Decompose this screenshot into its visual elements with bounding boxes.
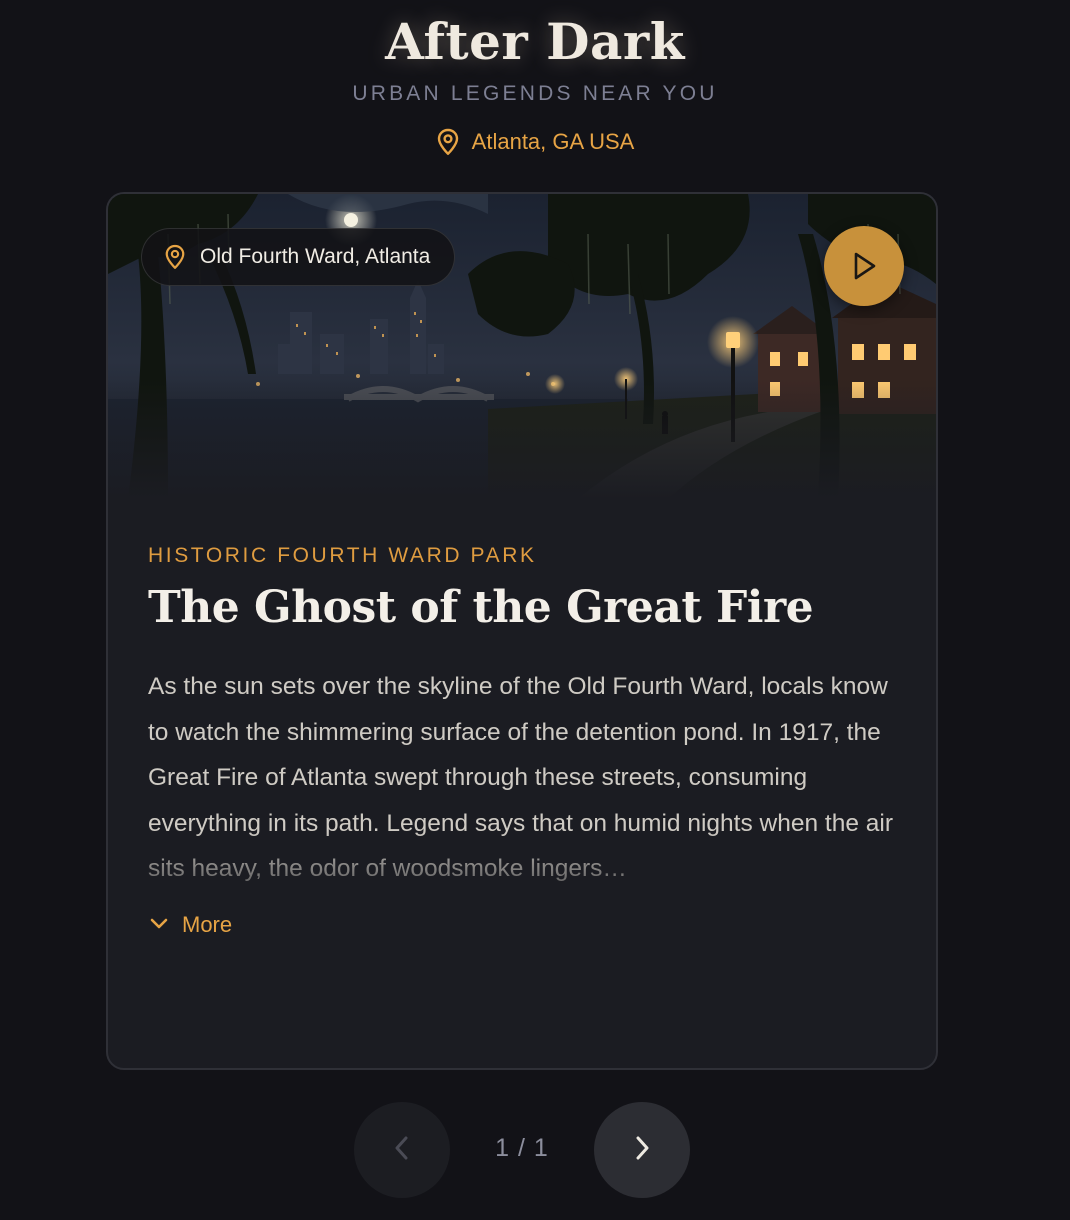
more-label: More — [182, 912, 233, 937]
legend-place: HISTORIC FOURTH WARD PARK — [148, 544, 537, 567]
map-pin-icon — [436, 128, 460, 156]
hero-fade — [108, 379, 936, 499]
chevron-left-icon — [392, 1133, 412, 1168]
current-location[interactable]: Atlanta, GA USA — [0, 128, 1070, 156]
legend-hero-image: Old Fourth Ward, Atlanta — [108, 194, 936, 499]
pager: 1 / 1 — [0, 1102, 1070, 1198]
chevron-right-icon — [632, 1133, 652, 1168]
more-button[interactable]: More — [148, 912, 232, 938]
app-subtitle: URBAN LEGENDS NEAR YOU — [352, 82, 718, 105]
hero-location-badge: Old Fourth Ward, Atlanta — [141, 228, 456, 286]
legend-card: Old Fourth Ward, Atlanta HISTORIC FOURTH… — [106, 192, 938, 1070]
hero-location-label: Old Fourth Ward, Atlanta — [200, 245, 431, 268]
map-pin-icon — [164, 244, 186, 270]
play-icon — [850, 251, 878, 281]
previous-button[interactable] — [354, 1102, 450, 1198]
page-counter: 1 / 1 — [495, 1134, 549, 1162]
legend-title: The Ghost of the Great Fire — [148, 582, 814, 633]
chevron-down-icon — [148, 912, 170, 938]
app-title: After Dark — [385, 12, 685, 71]
next-button[interactable] — [594, 1102, 690, 1198]
legend-body: As the sun sets over the skyline of the … — [148, 673, 893, 882]
play-button[interactable] — [824, 226, 904, 306]
current-location-label: Atlanta, GA USA — [471, 129, 635, 154]
